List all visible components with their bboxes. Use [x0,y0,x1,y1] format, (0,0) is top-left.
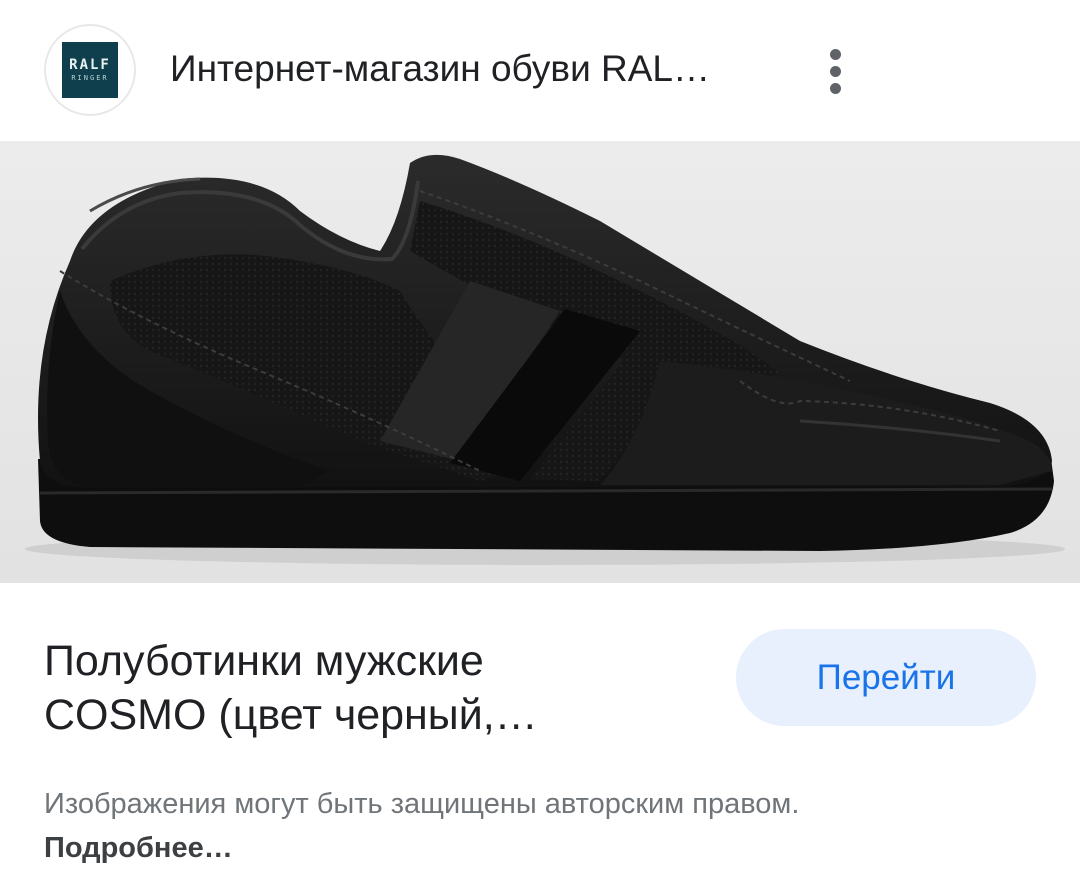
product-title-line1: Полуботинки мужские [44,637,484,685]
go-button[interactable]: Перейти [736,629,1036,726]
site-logo[interactable]: RALF RINGER [44,24,136,116]
shoe-illustration [0,141,1080,583]
ralf-ringer-logo-icon: RALF RINGER [62,42,118,98]
logo-line1: RALF [69,57,111,73]
learn-more-link[interactable]: Подробнее… [44,832,233,864]
product-title[interactable]: Полуботинки мужские COSMO (цвет черный,… [44,634,684,742]
logo-line2: RINGER [71,74,109,82]
copyright-notice: Изображения могут быть защищены авторски… [44,782,864,870]
shoe-image[interactable] [0,141,1080,583]
site-title[interactable]: Интернет-магазин обуви RAL… [170,46,710,92]
product-title-line2: COSMO (цвет черный,… [44,691,538,739]
more-vert-icon[interactable] [812,40,858,102]
copyright-text: Изображения могут быть защищены авторски… [44,788,800,820]
result-header: RALF RINGER Интернет-магазин обуви RAL… [0,0,1080,140]
